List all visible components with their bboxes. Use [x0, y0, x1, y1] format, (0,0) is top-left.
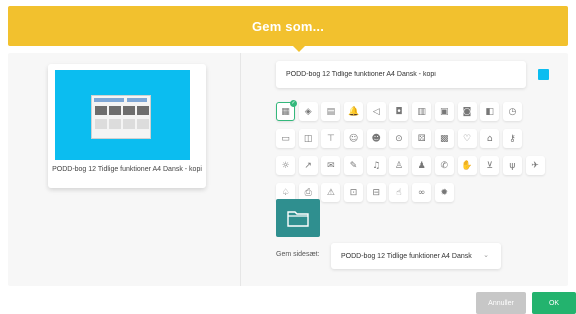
screen-icon[interactable]: ▭: [276, 129, 295, 148]
calculator-icon[interactable]: ▥: [412, 102, 432, 121]
copy-icon[interactable]: ◫: [298, 129, 318, 148]
pageset-selected-value: PODD-bog 12 Tidlige funktioner A4 Dansk: [341, 252, 472, 260]
header-pointer: [293, 46, 305, 52]
key-icon[interactable]: ⚷: [502, 129, 522, 148]
cart-icon[interactable]: ⊻: [480, 156, 500, 175]
airplane-icon[interactable]: ✈: [525, 156, 545, 175]
folder-icon: [287, 211, 309, 227]
warning-icon[interactable]: ⚠: [321, 183, 341, 202]
pencil-icon[interactable]: ✎: [344, 156, 364, 175]
bag-icon[interactable]: ◘: [389, 102, 409, 121]
icon-picker-grid: ▦ ✓ ◈ ▤ 🔔 ◁ ◘ ▥ ▣ ◙ ◧ ◷ ▭ ◫ ⊤ ☺ ☻ ⊙ ⚄ ▩ ♡ ⌂ ⚷ ☼ ↗ ✉ ✎ ♫ ♙ ♟ ✆ ✋ ⊻ ψ ✈ ♤ ⎙ ⚠ ⊡ ⊟…: [276, 100, 545, 202]
music-icon[interactable]: ♫: [366, 156, 386, 175]
book-thumbnail: [55, 70, 190, 160]
dice-icon[interactable]: ⚄: [412, 129, 432, 148]
calendar-icon[interactable]: ▣: [434, 102, 454, 121]
pageset-label: Gem sidesæt:: [276, 251, 320, 258]
hand-icon[interactable]: ✋: [457, 156, 477, 175]
people-icon[interactable]: ♟: [412, 156, 432, 175]
book-name-field[interactable]: [276, 61, 526, 88]
smiley-icon[interactable]: ☺: [344, 129, 364, 148]
dialog-title: Gem som...: [251, 18, 325, 34]
gamepad-icon[interactable]: ⊙: [389, 129, 409, 148]
signpost-icon[interactable]: ⊤: [321, 129, 341, 148]
camera-icon[interactable]: ◙: [457, 102, 477, 121]
mail-icon[interactable]: ✉: [321, 156, 341, 175]
glasses-icon[interactable]: ∞: [412, 183, 432, 202]
chat-icon[interactable]: ◧: [480, 102, 500, 121]
book-name-input[interactable]: [276, 61, 522, 88]
chevron-down-icon: ⌄: [483, 252, 489, 259]
heart-icon[interactable]: ♡: [457, 129, 477, 148]
cube-icon[interactable]: ◈: [298, 102, 318, 121]
clock-icon[interactable]: ◷: [502, 102, 522, 121]
truck-icon[interactable]: ⊟: [366, 183, 386, 202]
fork-icon[interactable]: ψ: [502, 156, 522, 175]
selected-check-icon: ✓: [290, 100, 297, 107]
document-icon[interactable]: ▤: [321, 102, 341, 121]
column-divider: [240, 53, 241, 286]
pin-icon[interactable]: ↗: [298, 156, 318, 175]
book-preview-card: PODD-bog 12 Tidlige funktioner A4 Dansk …: [48, 64, 206, 188]
face-icon[interactable]: ☻: [366, 129, 386, 148]
folder-preview-tile: [276, 199, 320, 237]
thumbnail-page-image: [91, 95, 151, 139]
pageset-dropdown[interactable]: PODD-bog 12 Tidlige funktioner A4 Dansk …: [331, 243, 501, 269]
megaphone-icon[interactable]: ◁: [366, 102, 386, 121]
lightbulb-icon[interactable]: ☼: [276, 156, 295, 175]
car-icon[interactable]: ⊡: [344, 183, 364, 202]
preview-caption: PODD-bog 12 Tidlige funktioner A4 Dansk …: [52, 166, 202, 173]
gift-icon[interactable]: ▩: [434, 129, 454, 148]
bell-icon[interactable]: 🔔: [344, 102, 364, 121]
home-icon[interactable]: ⌂: [480, 129, 500, 148]
grid-book-icon[interactable]: ▦ ✓: [276, 100, 297, 121]
color-picker-swatch[interactable]: [538, 69, 549, 80]
dialog-header: Gem som...: [8, 6, 568, 46]
sun-icon[interactable]: ✹: [434, 183, 454, 202]
thumbs-up-icon[interactable]: ☝: [389, 183, 409, 202]
phone-icon[interactable]: ✆: [434, 156, 454, 175]
person-icon[interactable]: ♙: [389, 156, 409, 175]
